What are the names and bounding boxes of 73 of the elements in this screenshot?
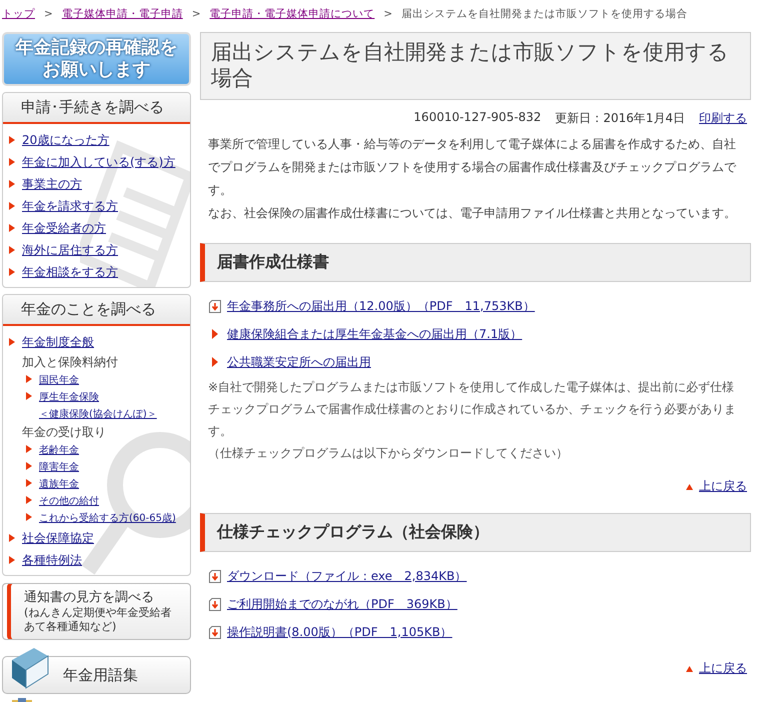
triangle-bullet-icon xyxy=(9,534,15,542)
document-link[interactable]: ご利用開始までのながれ（PDF 369KB） xyxy=(227,596,458,612)
nav-link[interactable]: 年金制度全般 xyxy=(22,331,94,353)
document-link[interactable]: ダウンロード（ファイル：exe 2,834KB） xyxy=(227,568,467,584)
breadcrumb-separator: > xyxy=(384,8,392,20)
nav-link[interactable]: 20歳になった方 xyxy=(22,129,110,151)
notice-guide-button[interactable]: 通知書の見方を調べる (ねんきん定期便や年金受給者 あて各種通知など) xyxy=(2,583,191,640)
page-title: 届出システムを自社開発または市販ソフトを使用する場合 xyxy=(200,32,751,100)
nav-group-label: 年金の受け取り xyxy=(21,424,106,441)
notice-title: 通知書の見方を調べる xyxy=(24,589,155,606)
page-id: 160010-127-905-832 xyxy=(414,110,542,126)
breadcrumb-link[interactable]: トップ xyxy=(2,7,35,21)
triangle-bullet-icon xyxy=(9,268,15,276)
document-link[interactable]: 操作説明書(8.00版）（PDF 1,105KB） xyxy=(227,624,452,640)
intro-paragraph: なお、社会保険の届書作成仕様書については、電子申請用ファイル仕様書と共用となっています。 xyxy=(207,205,737,222)
up-triangle-icon xyxy=(686,666,693,672)
update-date: 更新日：2016年1月4日 xyxy=(555,110,685,127)
download-icon xyxy=(209,300,221,312)
triangle-bullet-icon xyxy=(9,246,15,254)
triangle-bullet-icon xyxy=(9,556,15,564)
breadcrumb-current: 届出システムを自社開発または市販ソフトを使用する場合 xyxy=(401,7,688,21)
triangle-bullet-icon xyxy=(26,479,32,487)
download-icon xyxy=(209,626,221,638)
download-icon xyxy=(209,598,221,610)
back-to-top-link[interactable]: 上に戻る xyxy=(699,478,747,495)
nav-group-label: 加入と保険料納付 xyxy=(21,354,118,371)
back-to-top-link[interactable]: 上に戻る xyxy=(699,660,747,677)
breadcrumb-separator: > xyxy=(44,8,53,20)
nav-link[interactable]: 年金に加入している(する)方 xyxy=(22,151,176,173)
triangle-bullet-icon xyxy=(26,462,32,470)
triangle-bullet-icon xyxy=(9,136,15,144)
triangle-bullet-icon xyxy=(26,445,32,453)
nav-link[interactable]: 海外に居住する方 xyxy=(22,239,118,261)
notice-subtitle: (ねんきん定期便や年金受給者 あて各種通知など) xyxy=(24,606,172,634)
nav-panel-title: 年金のことを調べる xyxy=(3,295,190,326)
breadcrumb-link[interactable]: 電子申請・電子媒体申請について xyxy=(210,7,375,21)
nav-link[interactable]: 老齢年金 xyxy=(39,442,79,459)
nav-link[interactable]: 障害年金 xyxy=(39,459,79,476)
intro-paragraph: 事業所で管理している人事・給与等のデータを利用して電子媒体による届書を作成するため、自社でプログラムを開発または市販ソフトを使用する場合の届書作成仕様書及びチェックプログラムです。 xyxy=(207,136,738,199)
nav-link[interactable]: 社会保障協定 xyxy=(22,527,94,549)
triangle-bullet-icon xyxy=(212,357,218,367)
nav-link[interactable]: 事業主の方 xyxy=(22,173,82,195)
triangle-bullet-icon xyxy=(26,513,32,521)
up-triangle-icon xyxy=(686,484,693,490)
section-heading: 仕様チェックプログラム（社会保険） xyxy=(200,513,751,552)
document-link[interactable]: 健康保険組合または厚生年金基金への届出用（7.1版） xyxy=(227,326,522,342)
nav-link[interactable]: その他の給付 xyxy=(39,493,99,510)
print-link[interactable]: 印刷する xyxy=(699,110,747,127)
nav-link[interactable]: 国民年金 xyxy=(39,372,79,389)
breadcrumb-link[interactable]: 電子媒体申請・電子申請 xyxy=(62,7,183,21)
document-link[interactable]: 公共職業安定所への届出用 xyxy=(227,354,371,370)
nav-panel-title: 申請･手続きを調べる xyxy=(3,93,190,124)
triangle-bullet-icon xyxy=(9,180,15,188)
triangle-bullet-icon xyxy=(212,329,218,339)
note-text: （仕様チェックプログラムは以下からダウンロードしてください） xyxy=(207,445,569,462)
note-text: ※自社で開発したプログラムまたは市販ソフトを使用して作成した電子媒体は、提出前に必ず仕様チェックプログラムで届書作成仕様書のとおりに作成されているか、チェックを行う必要があります。 xyxy=(207,379,737,440)
nav-link[interactable]: これから受給する方(60-65歳) xyxy=(39,510,176,527)
nav-link[interactable]: 年金を請求する方 xyxy=(22,195,118,217)
triangle-bullet-icon xyxy=(26,392,32,400)
nav-link[interactable]: 年金受給者の方 xyxy=(22,217,106,239)
triangle-bullet-icon xyxy=(9,202,15,210)
nav-link[interactable]: 遺族年金 xyxy=(39,476,79,493)
triangle-bullet-icon xyxy=(26,375,32,383)
triangle-bullet-icon xyxy=(9,224,15,232)
nav-link[interactable]: 年金相談をする方 xyxy=(22,261,118,283)
triangle-bullet-icon xyxy=(9,158,15,166)
triangle-bullet-icon xyxy=(9,338,15,346)
breadcrumb-separator: > xyxy=(192,8,201,20)
section-heading: 届書作成仕様書 xyxy=(200,243,751,282)
download-icon xyxy=(209,570,221,582)
nav-link[interactable]: 各種特例法 xyxy=(22,549,82,571)
document-link[interactable]: 年金事務所への届出用（12.00版）（PDF 11,753KB） xyxy=(227,298,535,314)
triangle-bullet-icon xyxy=(26,496,32,504)
